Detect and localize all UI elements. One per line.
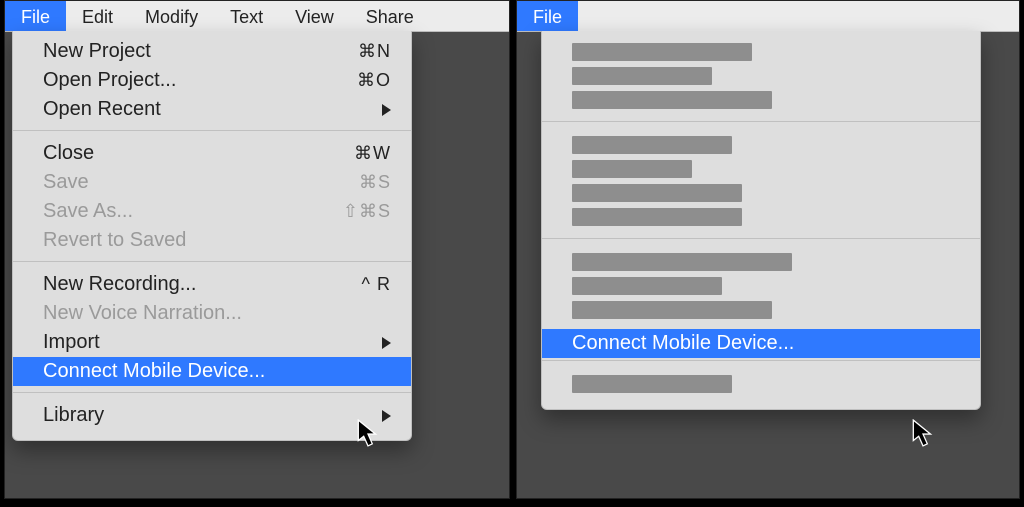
- menu-view[interactable]: View: [279, 1, 350, 31]
- placeholder-item: [572, 67, 712, 85]
- menu-item-label: Connect Mobile Device...: [43, 360, 391, 383]
- menu-text[interactable]: Text: [214, 1, 279, 31]
- placeholder-item: [572, 91, 772, 109]
- menubar-left: File Edit Modify Text View Share: [5, 1, 509, 32]
- menu-item-label: New Recording...: [43, 273, 331, 296]
- panel-left: File Edit Modify Text View Share New Pro…: [4, 0, 510, 499]
- menu-separator: [13, 130, 411, 131]
- menu-item-label: Revert to Saved: [43, 229, 391, 252]
- menu-item-open-project[interactable]: Open Project... ⌘O: [13, 66, 411, 95]
- menu-item-shortcut: ⌘N: [331, 41, 391, 62]
- menu-item-open-recent[interactable]: Open Recent: [13, 95, 411, 124]
- menu-item-shortcut: ⇧⌘S: [331, 201, 391, 222]
- placeholder-item: [572, 160, 692, 178]
- menu-item-shortcut: ⌘W: [331, 143, 391, 164]
- menu-item-shortcut: ^ R: [331, 274, 391, 295]
- menu-separator: [542, 121, 980, 122]
- placeholder-item: [572, 253, 792, 271]
- menu-item-import[interactable]: Import: [13, 328, 411, 357]
- menu-item-label: Connect Mobile Device...: [572, 332, 960, 355]
- submenu-arrow-icon: [382, 104, 391, 116]
- submenu-arrow-icon: [382, 410, 391, 422]
- menu-item-label: Open Project...: [43, 69, 331, 92]
- menu-item-label: Open Recent: [43, 98, 382, 121]
- menu-item-new-project[interactable]: New Project ⌘N: [13, 37, 411, 66]
- menubar-right: File: [517, 1, 1019, 32]
- file-dropdown-left: New Project ⌘N Open Project... ⌘O Open R…: [12, 31, 412, 441]
- placeholder-item: [572, 208, 742, 226]
- menu-item-label: New Project: [43, 40, 331, 63]
- menu-item-save: Save ⌘S: [13, 168, 411, 197]
- menu-item-connect-mobile-device[interactable]: Connect Mobile Device...: [13, 357, 411, 386]
- menu-item-label: Import: [43, 331, 382, 354]
- menu-edit[interactable]: Edit: [66, 1, 129, 31]
- menu-separator: [542, 360, 980, 361]
- placeholder-item: [572, 277, 722, 295]
- menu-modify[interactable]: Modify: [129, 1, 214, 31]
- menu-item-library[interactable]: Library: [13, 401, 411, 430]
- menu-separator: [542, 238, 980, 239]
- menu-share[interactable]: Share: [350, 1, 430, 31]
- menu-file[interactable]: File: [517, 1, 578, 31]
- placeholder-item: [572, 136, 732, 154]
- submenu-arrow-icon: [382, 337, 391, 349]
- menu-item-label: Save As...: [43, 200, 331, 223]
- menu-item-shortcut: ⌘S: [331, 172, 391, 193]
- menu-item-label: Close: [43, 142, 331, 165]
- mouse-cursor-icon: [912, 419, 934, 447]
- file-dropdown-right: Connect Mobile Device...: [541, 31, 981, 410]
- menu-item-label: Library: [43, 404, 382, 427]
- menu-item-label: Save: [43, 171, 331, 194]
- placeholder-item: [572, 301, 772, 319]
- menu-item-save-as: Save As... ⇧⌘S: [13, 197, 411, 226]
- menu-separator: [13, 261, 411, 262]
- menu-item-new-recording[interactable]: New Recording... ^ R: [13, 270, 411, 299]
- menu-item-shortcut: ⌘O: [331, 70, 391, 91]
- menu-item-revert: Revert to Saved: [13, 226, 411, 255]
- menu-item-close[interactable]: Close ⌘W: [13, 139, 411, 168]
- menu-item-label: New Voice Narration...: [43, 302, 391, 325]
- panel-right: File Connect Mobile Device...: [516, 0, 1020, 499]
- menu-item-new-voice-narration: New Voice Narration...: [13, 299, 411, 328]
- placeholder-item: [572, 375, 732, 393]
- menu-item-connect-mobile-device[interactable]: Connect Mobile Device...: [542, 329, 980, 358]
- menu-separator: [13, 392, 411, 393]
- placeholder-item: [572, 184, 742, 202]
- placeholder-item: [572, 43, 752, 61]
- menu-file[interactable]: File: [5, 1, 66, 31]
